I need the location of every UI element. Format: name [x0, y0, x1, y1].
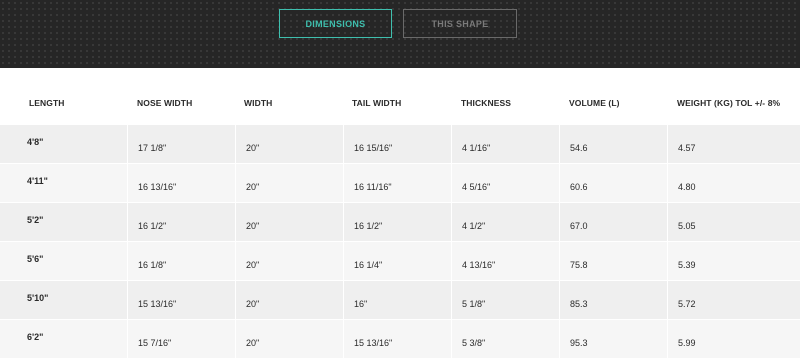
cell-nose-width: 16 13/16" [127, 164, 235, 202]
cell-weight: 5.72 [667, 281, 800, 319]
cell-volume: 85.3 [559, 281, 667, 319]
cell-width: 20" [235, 281, 343, 319]
cell-volume: 95.3 [559, 320, 667, 358]
header-length: LENGTH [29, 98, 65, 108]
table-header: LENGTH NOSE WIDTH WIDTH TAIL WIDTH THICK… [0, 68, 800, 125]
tab-this-shape[interactable]: THIS SHAPE [403, 9, 517, 38]
table-row: 5'2" 16 1/2" 20" 16 1/2" 4 1/2" 67.0 5.0… [0, 203, 800, 242]
cell-width: 20" [235, 164, 343, 202]
cell-weight: 4.57 [667, 125, 800, 163]
header-width: WIDTH [244, 98, 273, 108]
cell-weight: 4.80 [667, 164, 800, 202]
cell-width: 20" [235, 125, 343, 163]
cell-width: 20" [235, 203, 343, 241]
header-nose-width: NOSE WIDTH [137, 98, 193, 108]
cell-tail-width: 16 15/16" [343, 125, 451, 163]
header-thickness: THICKNESS [461, 98, 512, 108]
cell-length: 5'6" [27, 254, 44, 264]
cell-nose-width: 15 13/16" [127, 281, 235, 319]
header-weight: WEIGHT (KG) TOL +/- 8% [677, 98, 781, 108]
cell-weight: 5.05 [667, 203, 800, 241]
cell-nose-width: 17 1/8" [127, 125, 235, 163]
cell-nose-width: 15 7/16" [127, 320, 235, 358]
cell-length: 5'2" [27, 215, 44, 225]
cell-length: 4'8" [27, 137, 44, 147]
cell-volume: 60.6 [559, 164, 667, 202]
header-tail-width: TAIL WIDTH [352, 98, 402, 108]
table-row: 4'11" 16 13/16" 20" 16 11/16" 4 5/16" 60… [0, 164, 800, 203]
cell-tail-width: 16" [343, 281, 451, 319]
header-volume: VOLUME (L) [569, 98, 620, 108]
cell-tail-width: 15 13/16" [343, 320, 451, 358]
cell-thickness: 4 1/16" [451, 125, 559, 163]
cell-volume: 67.0 [559, 203, 667, 241]
cell-volume: 75.8 [559, 242, 667, 280]
cell-width: 20" [235, 320, 343, 358]
top-bar: DIMENSIONS THIS SHAPE [0, 0, 800, 68]
table-row: 4'8" 17 1/8" 20" 16 15/16" 4 1/16" 54.6 … [0, 125, 800, 164]
cell-nose-width: 16 1/2" [127, 203, 235, 241]
cell-thickness: 4 1/2" [451, 203, 559, 241]
cell-thickness: 4 5/16" [451, 164, 559, 202]
tab-dimensions[interactable]: DIMENSIONS [279, 9, 392, 38]
cell-thickness: 5 1/8" [451, 281, 559, 319]
cell-thickness: 5 3/8" [451, 320, 559, 358]
table-row: 5'10" 15 13/16" 20" 16" 5 1/8" 85.3 5.72 [0, 281, 800, 320]
cell-nose-width: 16 1/8" [127, 242, 235, 280]
cell-tail-width: 16 11/16" [343, 164, 451, 202]
cell-weight: 5.39 [667, 242, 800, 280]
cell-thickness: 4 13/16" [451, 242, 559, 280]
dimensions-table: 4'8" 17 1/8" 20" 16 15/16" 4 1/16" 54.6 … [0, 125, 800, 359]
table-row: 5'6" 16 1/8" 20" 16 1/4" 4 13/16" 75.8 5… [0, 242, 800, 281]
cell-width: 20" [235, 242, 343, 280]
table-row: 6'2" 15 7/16" 20" 15 13/16" 5 3/8" 95.3 … [0, 320, 800, 359]
cell-length: 4'11" [27, 176, 48, 186]
cell-tail-width: 16 1/2" [343, 203, 451, 241]
cell-tail-width: 16 1/4" [343, 242, 451, 280]
cell-weight: 5.99 [667, 320, 800, 358]
cell-length: 5'10" [27, 293, 49, 303]
cell-volume: 54.6 [559, 125, 667, 163]
cell-length: 6'2" [27, 332, 44, 342]
